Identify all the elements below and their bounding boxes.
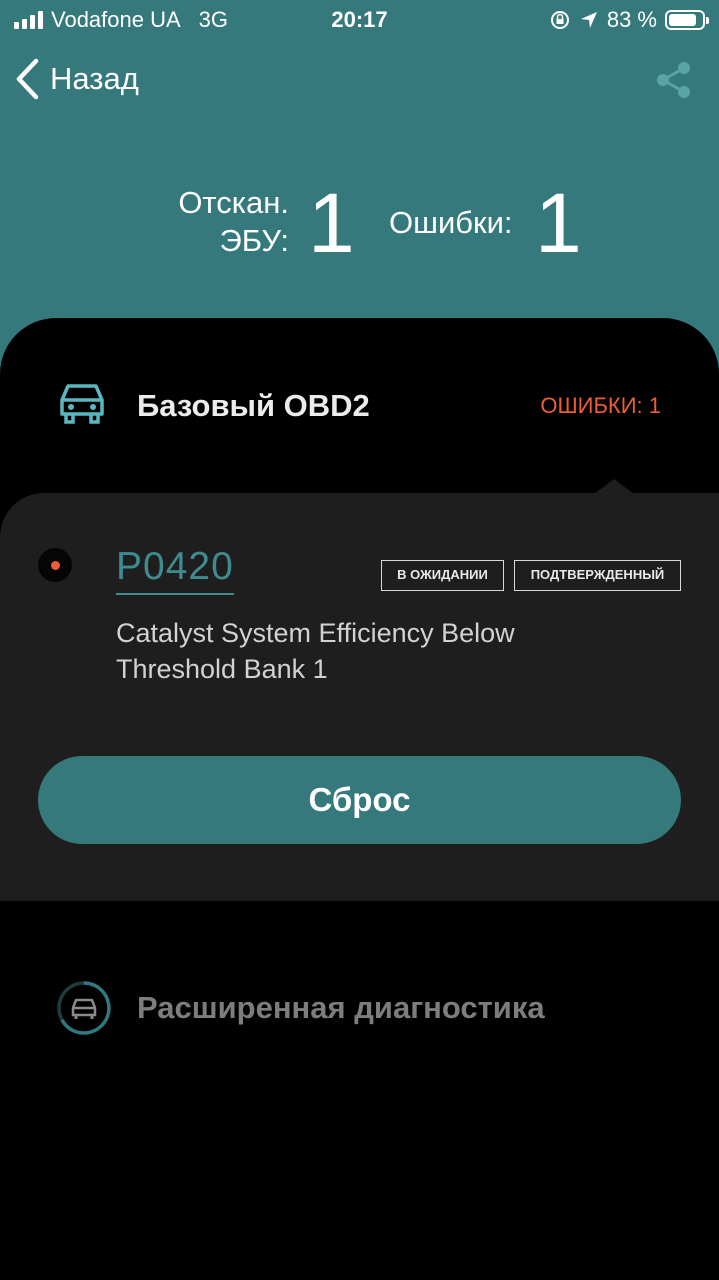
scanned-ecu-label: Отскан. ЭБУ: [178,184,289,260]
advanced-diagnostics-item[interactable]: Расширенная диагностика [0,978,719,1058]
reset-button[interactable]: Сброс [38,756,681,844]
share-icon [657,62,690,98]
chevron-left-icon [16,58,39,100]
share-button[interactable] [655,60,693,105]
dtc-status-dot[interactable] [38,548,72,582]
car-icon [60,384,104,424]
back-label: Назад [50,61,139,96]
errors-value: 1 [535,176,582,270]
tag-confirmed: ПОДТВЕРЖДЕННЫЙ [514,560,681,591]
scanned-ecu-value: 1 [308,176,355,270]
scan-summary: Отскан. ЭБУ: 1 Ошибки: 1 [0,176,719,270]
battery-fill [669,14,696,26]
car-progress-icon [57,981,111,1035]
card-pointer [594,479,634,494]
tag-pending: В ОЖИДАНИИ [381,560,504,591]
errors-count-badge: ОШИБКИ: 1 [540,393,661,418]
battery-percent: 83 % [606,7,657,32]
basic-obd-section-header[interactable]: Базовый OBD2 ОШИБКИ: 1 [0,318,719,488]
errors-label: Ошибки: [389,205,513,240]
dtc-code-link[interactable]: P0420 [116,545,234,595]
status-right: 83 % [549,7,709,33]
scanned-label-line2: ЭБУ: [219,223,289,258]
basic-obd-title: Базовый OBD2 [137,388,370,423]
advanced-diagnostics-title: Расширенная диагностика [137,990,545,1025]
battery-icon [665,10,709,30]
location-icon [580,12,597,28]
scanned-label-line1: Отскан. [178,185,289,220]
dtc-description: Catalyst System Efficiency Below Thresho… [116,618,515,684]
back-button[interactable]: Назад [14,58,139,100]
status-bar: Vodafone UA 3G 20:17 83 % [0,0,719,40]
rotation-lock-icon [550,11,569,29]
dtc-card: P0420 В ОЖИДАНИИ ПОДТВЕРЖДЕННЫЙ Catalyst… [0,479,719,901]
diagnostics-panel: Базовый OBD2 ОШИБКИ: 1 P0420 В ОЖИДАНИИ … [0,318,719,1280]
